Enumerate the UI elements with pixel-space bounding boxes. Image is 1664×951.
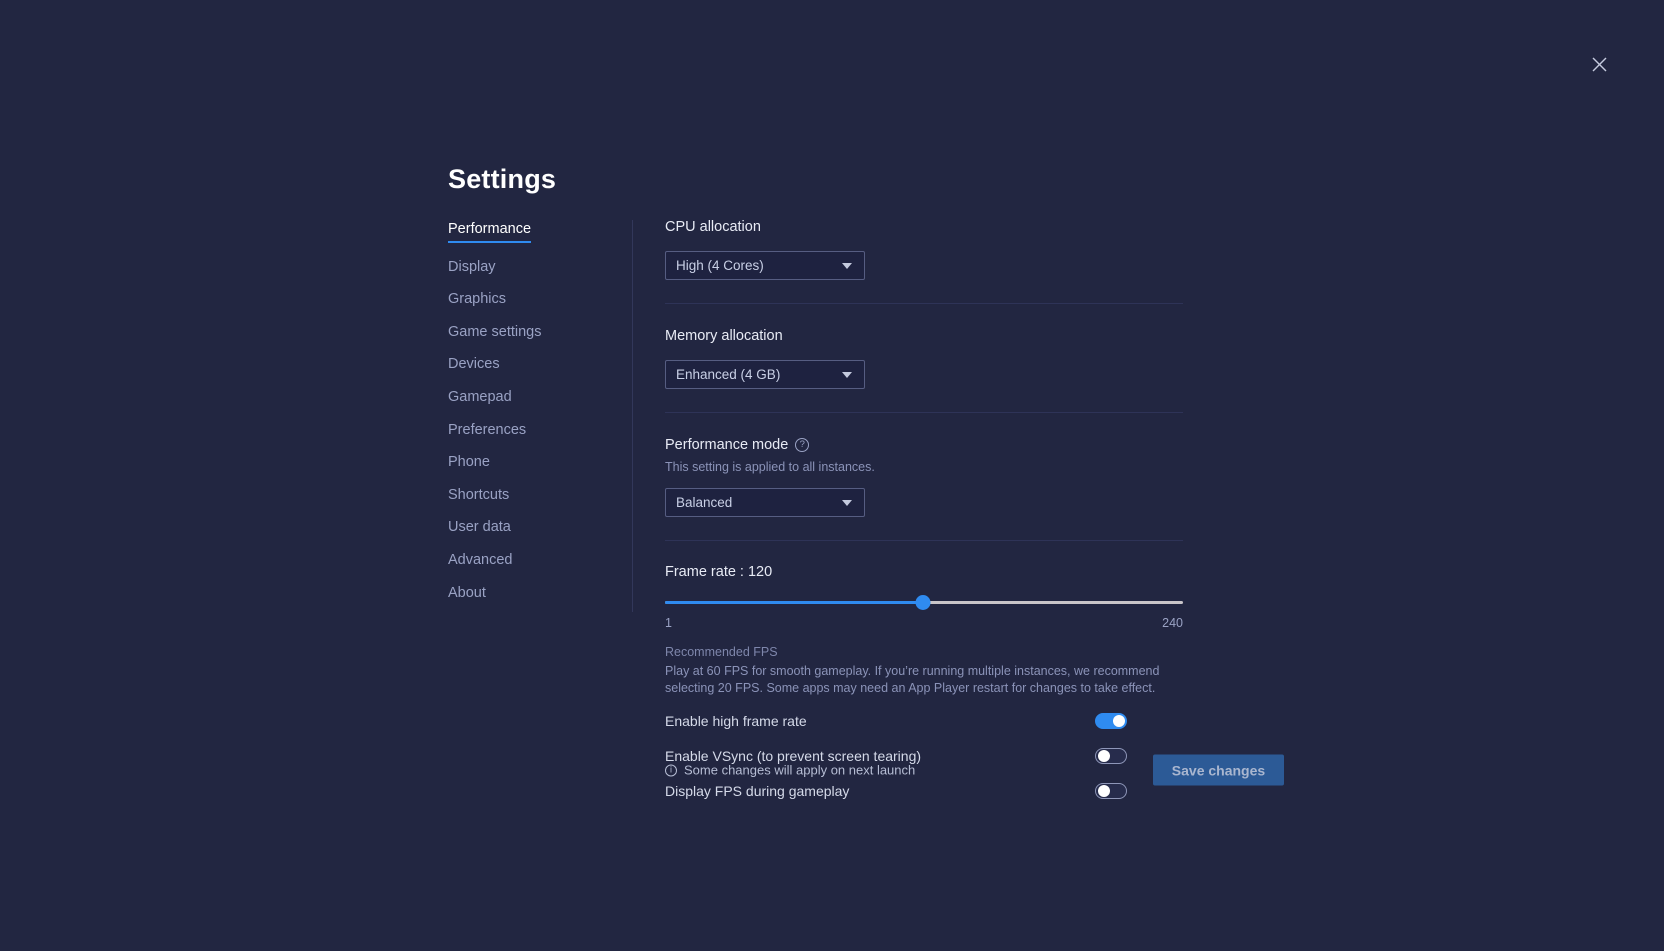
- sidebar-item-graphics[interactable]: Graphics: [448, 292, 506, 308]
- performance-panel: CPU allocation High (4 Cores) Memory all…: [665, 218, 1183, 802]
- sidebar-item-game-settings[interactable]: Game settings: [448, 325, 542, 341]
- settings-window: Settings Performance Display Graphics Game …: [0, 0, 1664, 951]
- cpu-allocation-value: High (4 Cores): [676, 259, 764, 273]
- toggle-switch[interactable]: [1095, 713, 1127, 729]
- sidebar-item-devices[interactable]: Devices: [448, 357, 500, 373]
- chevron-down-icon: [842, 372, 852, 378]
- sidebar-item-user-data[interactable]: User data: [448, 520, 511, 536]
- divider: [665, 412, 1183, 413]
- performance-mode-select[interactable]: Balanced: [665, 488, 865, 517]
- frame-rate-label: Frame rate : 120: [665, 563, 1183, 581]
- toggle-switch[interactable]: [1095, 783, 1127, 799]
- sidebar-item-phone[interactable]: Phone: [448, 455, 490, 471]
- next-launch-note: i Some changes will apply on next launch: [665, 763, 915, 778]
- frame-rate-block: Frame rate : 120 1 240: [665, 563, 1183, 631]
- settings-footer: i Some changes will apply on next launch…: [665, 755, 1183, 785]
- slider-range-labels: 1 240: [665, 616, 1183, 631]
- memory-allocation-label: Memory allocation: [665, 327, 1183, 345]
- memory-allocation-value: Enhanced (4 GB): [676, 368, 780, 382]
- settings-sidebar: Performance Display Graphics Game settings D…: [448, 222, 608, 618]
- slider-track-fill: [665, 601, 923, 604]
- toggle-knob: [1113, 715, 1125, 727]
- memory-allocation-select[interactable]: Enhanced (4 GB): [665, 360, 865, 389]
- save-changes-button[interactable]: Save changes: [1153, 755, 1284, 786]
- info-icon: i: [665, 764, 677, 776]
- performance-mode-heading: Performance mode?: [665, 436, 1183, 454]
- sidebar-item-advanced[interactable]: Advanced: [448, 553, 513, 569]
- frame-rate-slider[interactable]: [665, 595, 1183, 609]
- toggle-label: Enable high frame rate: [665, 713, 807, 729]
- close-icon[interactable]: [1583, 48, 1615, 80]
- cpu-allocation-select[interactable]: High (4 Cores): [665, 251, 865, 280]
- next-launch-note-text: Some changes will apply on next launch: [684, 763, 915, 778]
- sidebar-item-display[interactable]: Display: [448, 260, 496, 276]
- toggle-row: Enable high frame rate: [665, 710, 1183, 732]
- performance-mode-description: This setting is applied to all instances…: [665, 459, 1183, 475]
- divider: [665, 540, 1183, 541]
- sidebar-item-about[interactable]: About: [448, 586, 486, 602]
- divider: [665, 303, 1183, 304]
- toggle-knob: [1098, 785, 1110, 797]
- performance-mode-label: Performance mode: [665, 437, 788, 453]
- cpu-allocation-label: CPU allocation: [665, 218, 1183, 236]
- toggle-label: Display FPS during gameplay: [665, 783, 849, 799]
- sidebar-item-shortcuts[interactable]: Shortcuts: [448, 488, 509, 504]
- sidebar-item-performance[interactable]: Performance: [448, 222, 531, 243]
- page-title: Settings: [448, 164, 556, 195]
- slider-max-label: 240: [1162, 616, 1183, 630]
- question-mark-icon[interactable]: ?: [795, 438, 809, 452]
- chevron-down-icon: [842, 500, 852, 506]
- recommended-fps-body: Play at 60 FPS for smooth gameplay. If y…: [665, 663, 1165, 697]
- sidebar-item-preferences[interactable]: Preferences: [448, 423, 526, 439]
- performance-mode-value: Balanced: [676, 496, 732, 510]
- chevron-down-icon: [842, 263, 852, 269]
- recommended-fps-title: Recommended FPS: [665, 644, 1183, 660]
- sidebar-content-divider: [632, 220, 633, 612]
- sidebar-item-gamepad[interactable]: Gamepad: [448, 390, 512, 406]
- slider-min-label: 1: [665, 616, 672, 630]
- slider-thumb[interactable]: [915, 595, 930, 610]
